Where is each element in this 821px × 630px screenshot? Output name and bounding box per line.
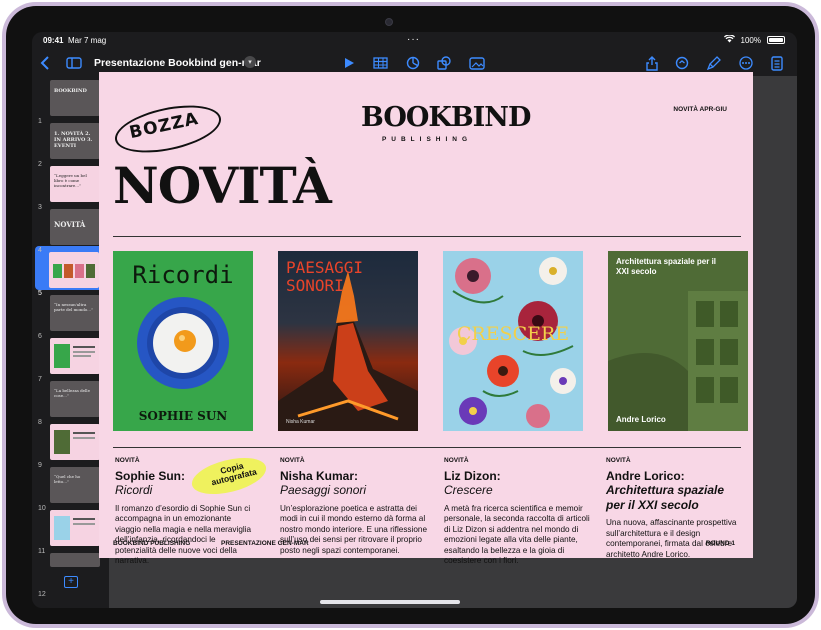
book-title: Paesaggi sonori	[280, 483, 367, 498]
slide-number: 6	[38, 333, 42, 340]
building-illustration	[608, 291, 748, 431]
slide-thumb-3[interactable]: “Leggere un bel libro è come incontrare.…	[50, 166, 100, 202]
cover-author: Andre Lorico	[616, 415, 666, 424]
chevron-down-icon[interactable]: ▾	[244, 56, 256, 68]
slide-thumb-4[interactable]: NOVITÀ	[50, 209, 100, 245]
season-tag: NOVITÀ APR-GIU	[673, 106, 727, 113]
slide-thumb-text: NOVITÀ	[54, 220, 86, 229]
column-label: NOVITÀ	[280, 457, 305, 464]
cover-title: PAESAGGI SONORI	[286, 258, 364, 296]
back-icon[interactable]	[36, 54, 54, 72]
divider	[113, 447, 741, 448]
column-label: NOVITÀ	[444, 457, 469, 464]
book-title: Crescere	[444, 483, 493, 498]
document-icon[interactable]	[768, 54, 786, 72]
wifi-icon	[723, 34, 735, 45]
egg-plate-illustration	[137, 297, 229, 389]
slide-number: 12	[38, 591, 46, 598]
author-name: Andre Lorico:	[606, 469, 685, 483]
slide-thumb-11[interactable]	[50, 510, 100, 546]
camera	[385, 18, 393, 26]
slide-thumb-text: “In nessun'altra parte del mondo...”	[54, 302, 94, 312]
footer-right: ROUND 1	[705, 540, 735, 547]
author-name: Liz Dizon:	[444, 469, 501, 483]
cover-title: Architettura spaziale per il XXI secolo	[616, 257, 717, 276]
slide-number: 2	[38, 161, 42, 168]
slide-thumb-10[interactable]: “Quel che ho letto...”	[50, 467, 100, 503]
slide-number: 5	[38, 290, 42, 297]
slide-thumb-9[interactable]	[50, 424, 100, 460]
slide-number: 1	[38, 118, 42, 125]
slide-number: 4	[38, 247, 42, 254]
footer-middle: PRESENTAZIONE GEN-MAR	[221, 540, 309, 547]
author-name: Nisha Kumar:	[280, 469, 359, 483]
battery-icon	[767, 36, 785, 44]
book-description: Un’esplorazione poetica e astratta dei m…	[280, 503, 427, 555]
slide-navigator: 1 BOOKBIND 2 1. NOVITÀ 2. IN ARRIVO 3. E…	[32, 76, 109, 608]
collaborate-icon[interactable]	[673, 54, 691, 72]
format-brush-icon[interactable]	[705, 54, 723, 72]
footer-left: BOOKBIND PUBLISHING	[113, 540, 191, 547]
cover-title: CRESCERE	[456, 323, 570, 345]
status-time: 09:41	[43, 36, 64, 45]
slide-thumb-text: “La bellezza delle cose...”	[54, 388, 90, 398]
play-icon[interactable]	[340, 54, 358, 72]
cover-architettura[interactable]: Architettura spaziale per il XXI secolo …	[608, 251, 748, 431]
slide-number: 3	[38, 204, 42, 211]
battery-percent: 100%	[740, 35, 761, 45]
slide-number: 8	[38, 419, 42, 426]
book-description: A metà fra ricerca scientifica e memoir …	[444, 503, 590, 566]
slide-thumb-text: 1. NOVITÀ 2. IN ARRIVO 3. EVENTI	[54, 131, 93, 149]
home-indicator[interactable]	[320, 600, 460, 604]
multitasking-dots-icon[interactable]: ···	[407, 34, 420, 45]
chart-icon[interactable]	[404, 54, 422, 72]
slide-thumb-text: BOOKBIND	[54, 88, 87, 94]
slide-thumb-6[interactable]: “In nessun'altra parte del mondo...”	[50, 295, 100, 331]
cover-crescere[interactable]: CRESCERE	[443, 251, 583, 431]
column-label: NOVITÀ	[606, 457, 631, 464]
logo-subtitle: PUBLISHING	[381, 136, 473, 143]
slide-number: 9	[38, 462, 42, 469]
slide-thumb-7[interactable]	[50, 338, 100, 374]
book-column-3: NOVITÀ Liz Dizon: Crescere A metà fra ri…	[444, 457, 594, 567]
add-slide-button[interactable]: +	[64, 576, 78, 588]
media-icon[interactable]	[468, 54, 486, 72]
book-title: Architettura spaziale per il XXI secolo	[606, 483, 725, 512]
book-description: Il romanzo d’esordio di Sophie Sun ci ac…	[115, 503, 252, 566]
slide-thumb-text: “Quel che ho letto...”	[54, 474, 81, 484]
logo: BOOKBIND	[361, 102, 531, 133]
slide-thumb-2[interactable]: 1. NOVITÀ 2. IN ARRIVO 3. EVENTI	[50, 123, 100, 159]
table-icon[interactable]	[371, 54, 389, 72]
slide-number: 7	[38, 376, 42, 383]
sidebar-icon[interactable]	[65, 54, 83, 72]
divider	[113, 236, 741, 237]
shapes-icon[interactable]	[435, 54, 453, 72]
cover-title: Ricordi	[132, 261, 234, 289]
cover-author: SOPHIE SUN	[138, 409, 228, 423]
slide-thumb-5[interactable]	[49, 252, 99, 288]
status-right: 100%	[723, 34, 785, 45]
document-title[interactable]: Presentazione Bookbind gen-mar	[94, 57, 261, 69]
slide-thumb-8[interactable]: “La bellezza delle cose...”	[50, 381, 100, 417]
status-date: Mar 7 mag	[68, 36, 107, 45]
slide-thumb-12[interactable]	[50, 553, 100, 567]
cover-author: Nisha Kumar	[286, 419, 315, 425]
slide-number: 10	[38, 505, 46, 512]
ipad-bezel: 09:41 Mar 7 mag ··· 100% Presentazione B…	[6, 6, 815, 624]
more-icon[interactable]	[737, 54, 755, 72]
cover-paesaggi-sonori[interactable]: PAESAGGI SONORI Nisha Kumar	[278, 251, 418, 431]
share-icon[interactable]	[643, 54, 661, 72]
cover-ricordi[interactable]: Ricordi SOPHIE SUN	[113, 251, 253, 431]
ipad-frame: 09:41 Mar 7 mag ··· 100% Presentazione B…	[2, 2, 819, 628]
slide[interactable]: BOZZA BOOKBIND PUBLISHING NOVITÀ APR-GIU…	[99, 72, 753, 565]
slide-thumb-text: “Leggere un bel libro è come incontrare.…	[54, 173, 87, 188]
headline: NOVITÀ	[113, 156, 332, 215]
slide-number: 11	[38, 548, 46, 555]
slide-thumb-1[interactable]: BOOKBIND	[50, 80, 100, 116]
status-bar: 09:41 Mar 7 mag ··· 100%	[32, 32, 797, 48]
